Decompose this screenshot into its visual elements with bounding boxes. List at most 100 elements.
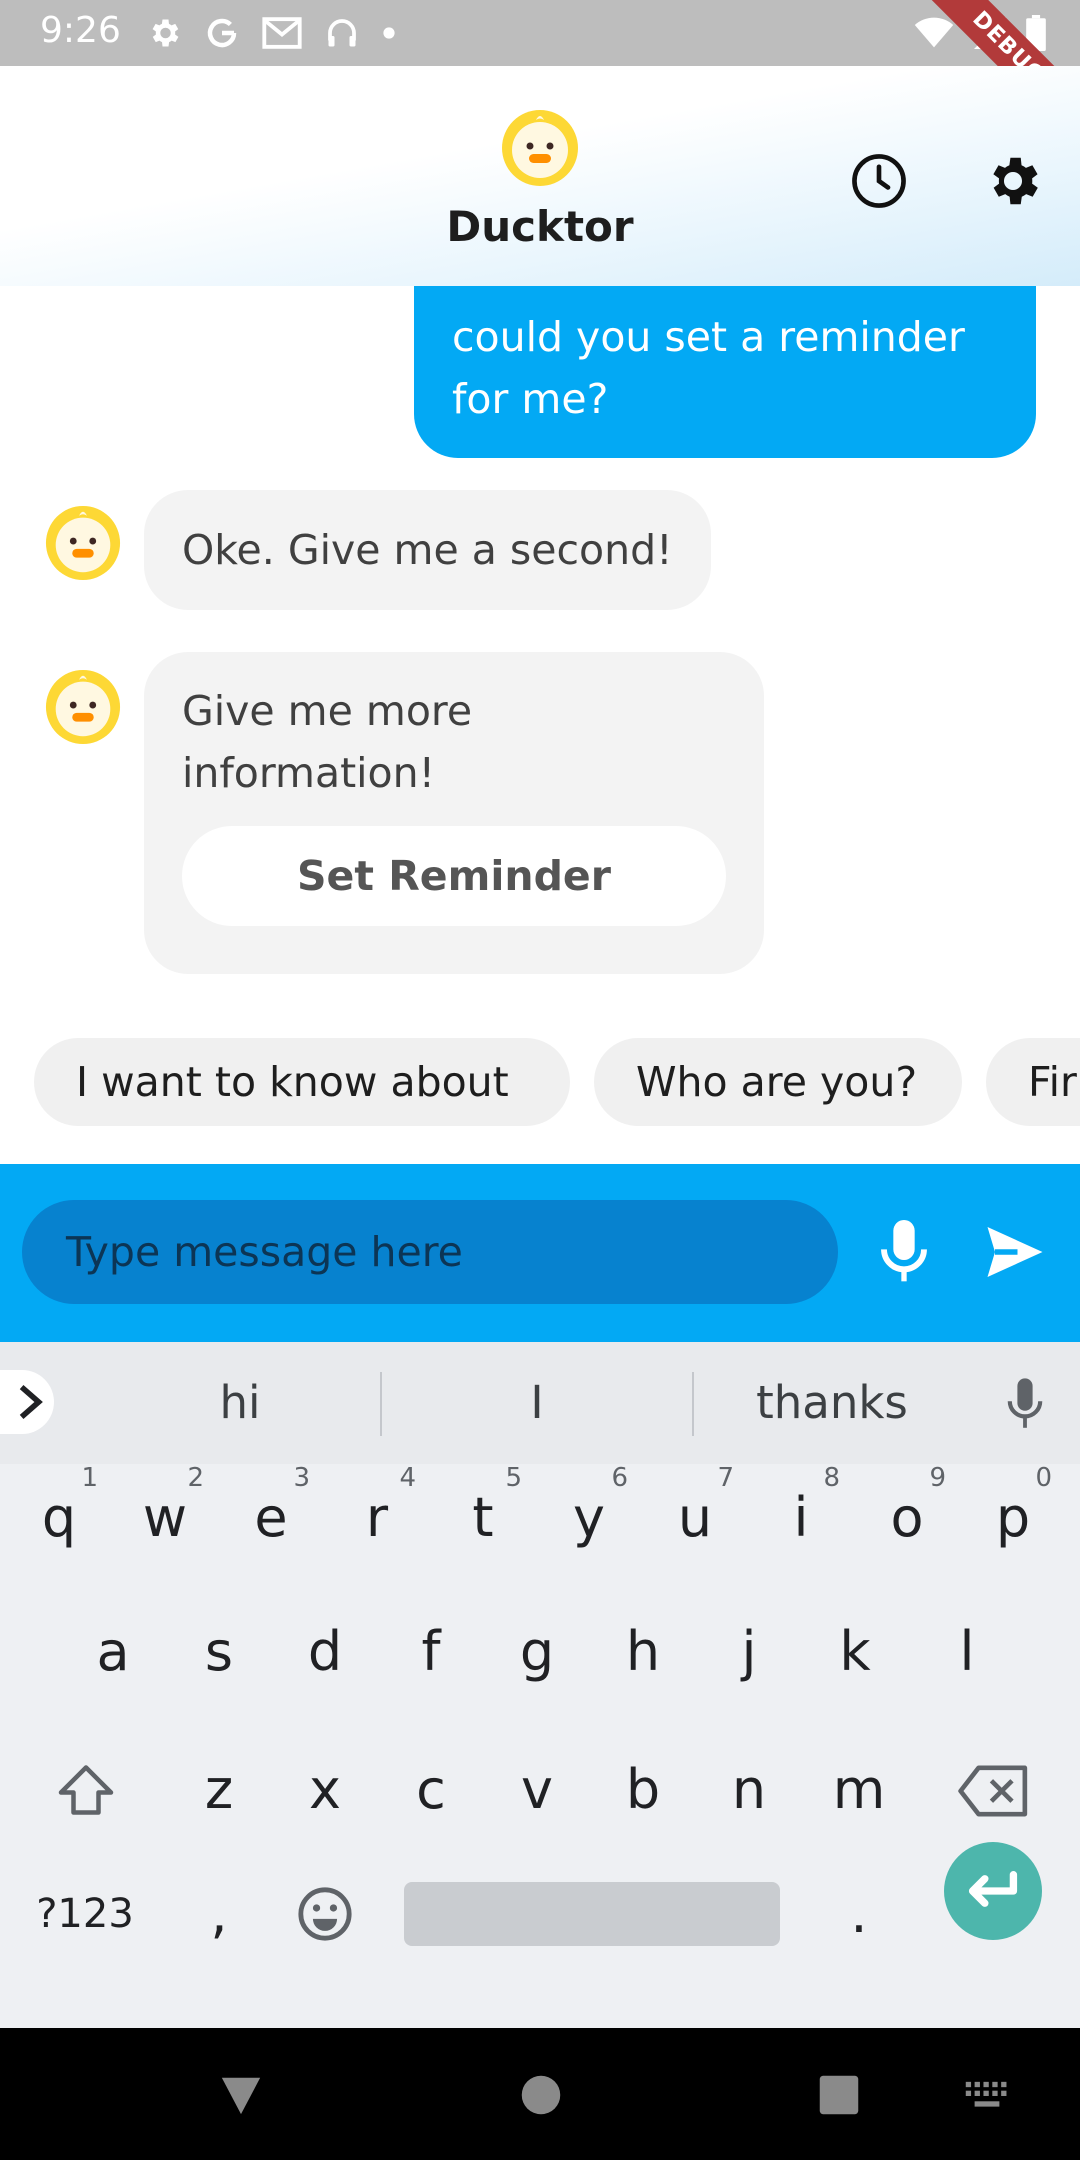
send-icon bbox=[987, 1227, 1043, 1277]
key-y[interactable]: y6 bbox=[536, 1463, 642, 1568]
enter-icon bbox=[968, 1870, 1018, 1907]
home-icon[interactable] bbox=[520, 2074, 562, 2116]
key-label: o bbox=[890, 1486, 924, 1549]
key-label: i bbox=[793, 1486, 809, 1549]
key-p[interactable]: p0 bbox=[960, 1463, 1066, 1568]
key-d[interactable]: d bbox=[272, 1602, 378, 1702]
status-time: 9:26 bbox=[40, 10, 121, 51]
key-k[interactable]: k bbox=[802, 1602, 908, 1702]
key-z[interactable]: z bbox=[166, 1740, 272, 1840]
suggestion-word[interactable]: hi bbox=[100, 1342, 380, 1464]
set-reminder-button[interactable]: Set Reminder bbox=[182, 826, 726, 926]
key-j[interactable]: j bbox=[696, 1602, 802, 1702]
comma-key[interactable]: , bbox=[166, 1864, 272, 1964]
bot-message-bubble: Give me more information! Set Reminder bbox=[144, 652, 764, 974]
key-h[interactable]: h bbox=[590, 1602, 696, 1702]
key-label: e bbox=[254, 1486, 288, 1549]
key-hint: 3 bbox=[293, 1463, 310, 1493]
key-v[interactable]: v bbox=[484, 1740, 590, 1840]
send-button[interactable] bbox=[984, 1222, 1046, 1282]
key-u[interactable]: u7 bbox=[642, 1463, 748, 1568]
settings-icon bbox=[152, 19, 179, 47]
emoji-icon bbox=[298, 1887, 352, 1941]
backspace-key[interactable] bbox=[934, 1740, 1054, 1840]
key-label: w bbox=[142, 1486, 188, 1549]
shift-key[interactable] bbox=[30, 1740, 142, 1840]
status-bar: 9:26 DEBUG bbox=[0, 0, 1080, 66]
keyboard-switch-icon[interactable] bbox=[964, 2078, 1010, 2114]
keyboard-voice-button[interactable] bbox=[1006, 1378, 1044, 1432]
key-c[interactable]: c bbox=[378, 1740, 484, 1840]
space-bar[interactable] bbox=[404, 1882, 780, 1946]
emoji-key[interactable] bbox=[272, 1864, 378, 1964]
key-hint: 6 bbox=[611, 1463, 628, 1493]
key-e[interactable]: e3 bbox=[218, 1463, 324, 1568]
settings-button[interactable] bbox=[982, 150, 1044, 212]
chat-messages[interactable]: could you set a reminder for me? Oke. Gi… bbox=[0, 286, 1080, 1164]
voice-input-button[interactable] bbox=[876, 1220, 932, 1284]
key-hint: 1 bbox=[81, 1463, 98, 1493]
key-f[interactable]: f bbox=[378, 1602, 484, 1702]
backspace-icon bbox=[958, 1765, 1028, 1817]
keyboard-keys: q1 w2 e3 r4 t5 y6 u7 i8 o9 p0 a s d f g … bbox=[0, 1463, 1080, 2028]
system-nav-bar bbox=[0, 2028, 1080, 2160]
quick-reply-chip[interactable]: I want to know about bbox=[34, 1038, 570, 1126]
key-r[interactable]: r4 bbox=[324, 1463, 430, 1568]
quick-reply-chip[interactable]: Fir bbox=[986, 1038, 1080, 1126]
key-b[interactable]: b bbox=[590, 1740, 696, 1840]
symbols-key[interactable]: ?123 bbox=[20, 1864, 150, 1964]
app-header: Ducktor bbox=[0, 66, 1080, 286]
suggestion-word[interactable]: I bbox=[382, 1342, 692, 1464]
bot-message-bubble: Oke. Give me a second! bbox=[144, 490, 711, 610]
shift-icon bbox=[58, 1765, 114, 1815]
key-w[interactable]: w2 bbox=[112, 1463, 218, 1568]
gear-icon bbox=[993, 157, 1038, 205]
message-input[interactable]: Type message here bbox=[22, 1200, 838, 1304]
key-a[interactable]: a bbox=[60, 1602, 166, 1702]
key-label: t bbox=[472, 1486, 494, 1549]
quick-reply-chip[interactable]: Who are you? bbox=[594, 1038, 962, 1126]
key-m[interactable]: m bbox=[806, 1740, 912, 1840]
bot-message-text: Give me more information! bbox=[182, 687, 473, 797]
key-hint: 2 bbox=[187, 1463, 204, 1493]
period-key[interactable]: . bbox=[806, 1864, 912, 1964]
back-icon[interactable] bbox=[218, 2072, 264, 2118]
key-label: u bbox=[677, 1486, 713, 1549]
soft-keyboard: hi I thanks q1 w2 e3 r4 t5 y6 u7 i8 o9 p… bbox=[0, 1342, 1080, 2028]
wifi-icon bbox=[914, 17, 954, 48]
key-label: r bbox=[365, 1486, 389, 1549]
key-hint: 7 bbox=[717, 1463, 734, 1493]
key-l[interactable]: l bbox=[914, 1602, 1020, 1702]
key-o[interactable]: o9 bbox=[854, 1463, 960, 1568]
duck-avatar-icon bbox=[45, 669, 121, 745]
gmail-icon bbox=[262, 17, 302, 49]
key-q[interactable]: q1 bbox=[6, 1463, 112, 1568]
keyboard-expand-button[interactable] bbox=[0, 1370, 54, 1434]
key-hint: 4 bbox=[399, 1463, 416, 1493]
key-x[interactable]: x bbox=[272, 1740, 378, 1840]
key-s[interactable]: s bbox=[166, 1602, 272, 1702]
key-t[interactable]: t5 bbox=[430, 1463, 536, 1568]
message-input-bar: Type message here bbox=[0, 1164, 1080, 1342]
key-label: q bbox=[41, 1486, 77, 1549]
key-hint: 9 bbox=[929, 1463, 946, 1493]
key-n[interactable]: n bbox=[696, 1740, 802, 1840]
key-label: y bbox=[573, 1486, 605, 1549]
suggestion-strip: hi I thanks bbox=[0, 1342, 1080, 1464]
key-g[interactable]: g bbox=[484, 1602, 590, 1702]
recents-icon[interactable] bbox=[818, 2074, 860, 2116]
enter-key[interactable] bbox=[944, 1842, 1042, 1940]
quick-replies[interactable]: I want to know about Who are you? Fir bbox=[0, 1038, 1080, 1128]
dot-icon bbox=[383, 27, 395, 39]
microphone-icon bbox=[1007, 1378, 1043, 1428]
key-i[interactable]: i8 bbox=[748, 1463, 854, 1568]
suggestion-word[interactable]: thanks bbox=[694, 1342, 970, 1464]
history-button[interactable] bbox=[848, 150, 910, 212]
google-icon bbox=[207, 18, 237, 48]
status-icons-left bbox=[146, 10, 396, 56]
history-icon bbox=[852, 154, 906, 208]
key-label: p bbox=[995, 1486, 1031, 1549]
duck-avatar-icon bbox=[45, 505, 121, 581]
chevron-right-icon bbox=[19, 1384, 43, 1420]
key-hint: 5 bbox=[505, 1463, 522, 1493]
